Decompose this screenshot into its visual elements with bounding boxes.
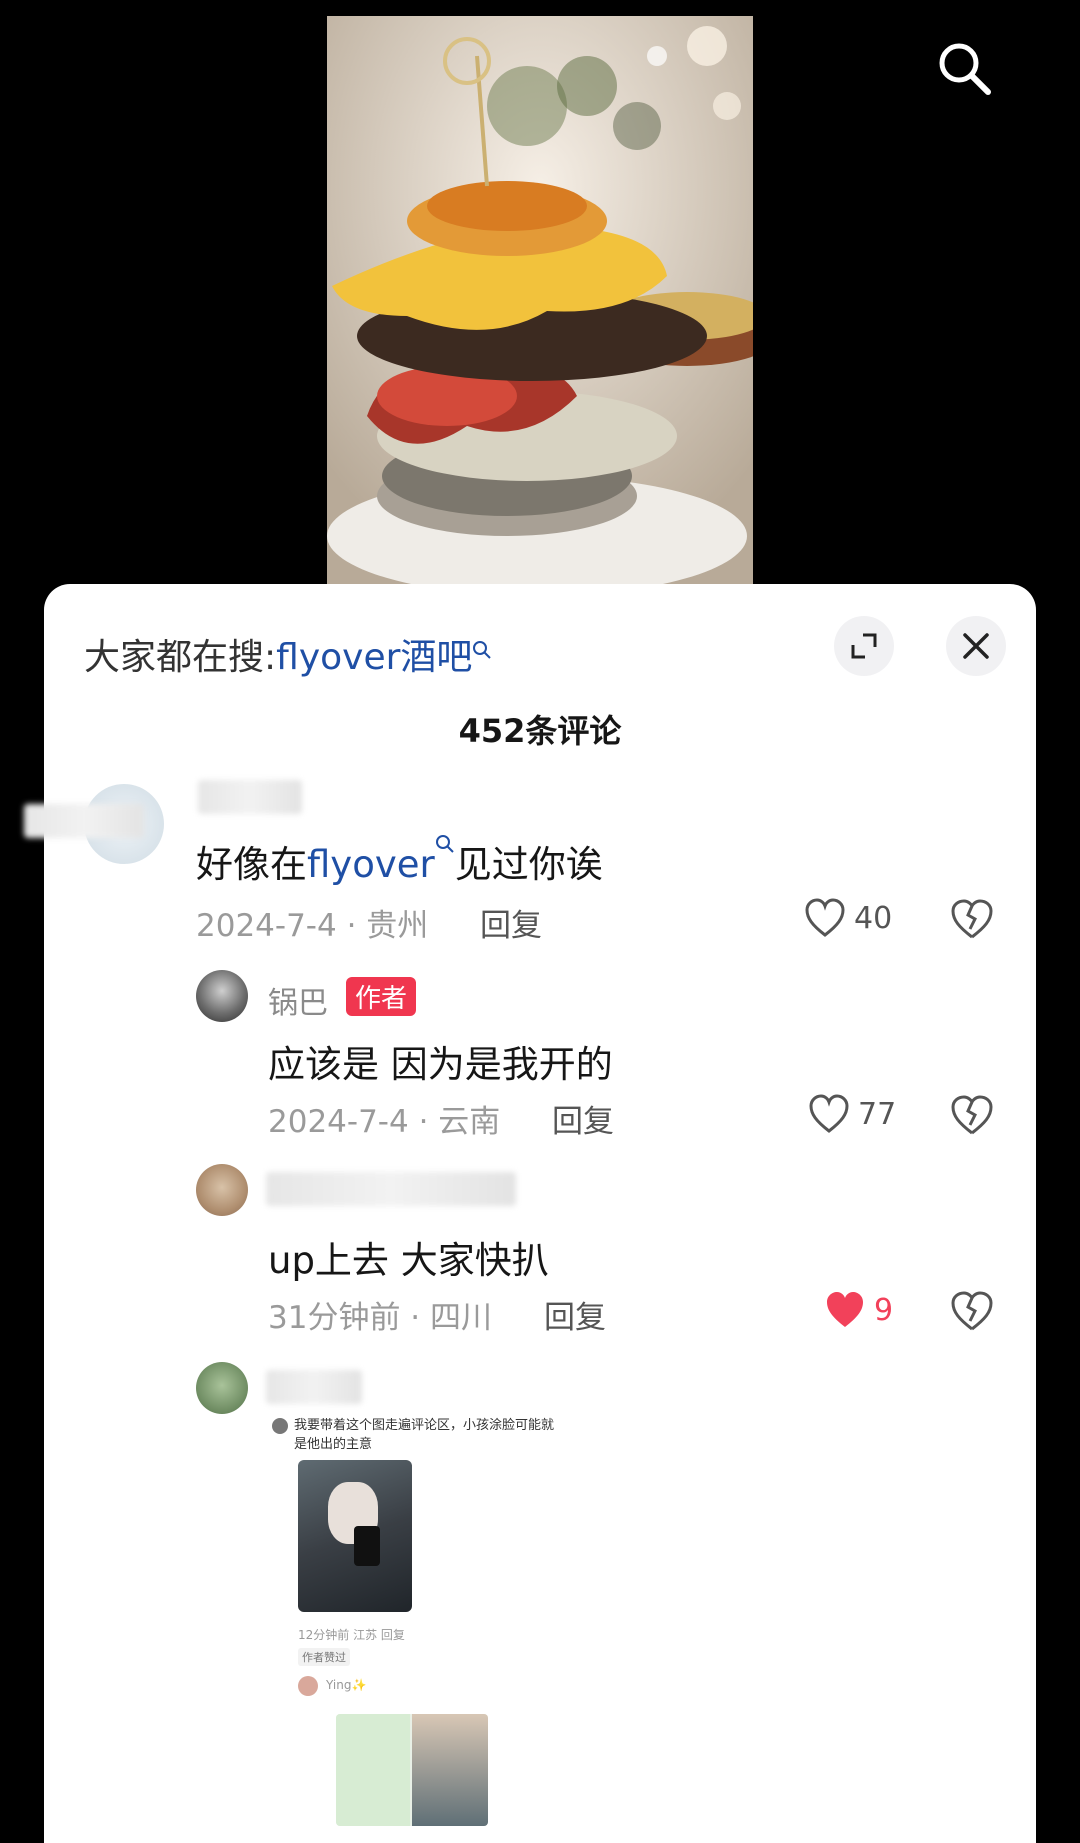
comment-keyword-link[interactable]: flyover bbox=[307, 843, 435, 886]
broken-heart-icon[interactable] bbox=[950, 898, 994, 942]
burger-photo[interactable] bbox=[327, 16, 753, 586]
avatar bbox=[298, 1676, 318, 1696]
embedded-reply-user: Ying✨ bbox=[326, 1678, 367, 1692]
expand-button[interactable] bbox=[834, 616, 894, 676]
blurred-avatar-edge bbox=[24, 804, 144, 838]
like-button[interactable]: 40 bbox=[804, 898, 892, 938]
embedded-photo bbox=[298, 1460, 412, 1612]
avatar bbox=[272, 1418, 288, 1434]
avatar[interactable] bbox=[196, 1164, 248, 1216]
broken-heart-icon[interactable] bbox=[950, 1094, 994, 1138]
burger-photo-illustration bbox=[327, 16, 753, 586]
trending-search-bar[interactable]: 大家都在搜:flyover酒吧 bbox=[84, 628, 492, 680]
comment-meta: 2024-7-4 · 贵州 bbox=[196, 908, 429, 944]
avatar[interactable] bbox=[196, 1362, 248, 1414]
search-icon bbox=[472, 630, 492, 671]
search-icon[interactable] bbox=[934, 38, 994, 98]
like-count: 40 bbox=[854, 900, 893, 936]
heart-icon bbox=[805, 898, 845, 937]
comment-text-part: 好像在 bbox=[196, 843, 307, 886]
username[interactable]: 锅巴 bbox=[268, 978, 328, 1022]
heart-filled-icon bbox=[827, 1292, 863, 1327]
embedded-comment-meta: 12分钟前 江苏 回复 bbox=[298, 1628, 405, 1642]
avatar[interactable] bbox=[196, 970, 248, 1022]
username-blurred[interactable] bbox=[266, 1370, 362, 1404]
heart-icon bbox=[809, 1094, 849, 1133]
comment-text: up上去 大家快扒 bbox=[268, 1239, 549, 1282]
close-button[interactable] bbox=[946, 616, 1006, 676]
reply-button[interactable]: 回复 bbox=[552, 1096, 614, 1141]
comment-count-title: 452条评论 bbox=[458, 712, 622, 750]
comment-image[interactable]: 我要带着这个图走遍评论区，小孩涂脸可能就是他出的主意 12分钟前 江苏 回复 作… bbox=[268, 1414, 590, 1834]
comment-meta: 2024-7-4 · 云南 bbox=[268, 1104, 501, 1140]
expand-icon bbox=[851, 633, 877, 659]
comment-text-part: 见过你诶 bbox=[454, 843, 603, 886]
video-area bbox=[0, 0, 1080, 600]
broken-heart-icon[interactable] bbox=[950, 1290, 994, 1334]
reply-button[interactable]: 回复 bbox=[480, 900, 542, 945]
embedded-comment-text: 我要带着这个图走遍评论区，小孩涂脸可能就是他出的主意 bbox=[294, 1418, 555, 1452]
like-button[interactable]: 9 bbox=[824, 1290, 893, 1330]
like-button[interactable]: 77 bbox=[808, 1094, 896, 1134]
reply-button[interactable]: 回复 bbox=[544, 1292, 606, 1337]
embedded-liked-tag: 作者赞过 bbox=[298, 1648, 350, 1666]
embedded-image-grid bbox=[336, 1714, 488, 1826]
comment-text: 好像在flyover 见过你诶 bbox=[196, 834, 603, 888]
close-icon bbox=[963, 633, 989, 659]
trending-search-keyword[interactable]: flyover酒吧 bbox=[276, 637, 472, 678]
comment-sheet: 大家都在搜:flyover酒吧 452条评论 好像在flyover 见过你诶 20… bbox=[24, 584, 1036, 1843]
search-icon bbox=[435, 835, 455, 886]
username-blurred[interactable] bbox=[198, 780, 302, 814]
like-count: 9 bbox=[874, 1292, 894, 1328]
comment-meta: 31分钟前 · 四川 bbox=[268, 1300, 493, 1336]
trending-search-prefix: 大家都在搜: bbox=[84, 637, 277, 678]
like-count: 77 bbox=[858, 1096, 897, 1132]
username-blurred[interactable] bbox=[266, 1172, 516, 1206]
author-badge: 作者 bbox=[346, 977, 417, 1016]
comment-text: 应该是 因为是我开的 bbox=[268, 1043, 613, 1086]
